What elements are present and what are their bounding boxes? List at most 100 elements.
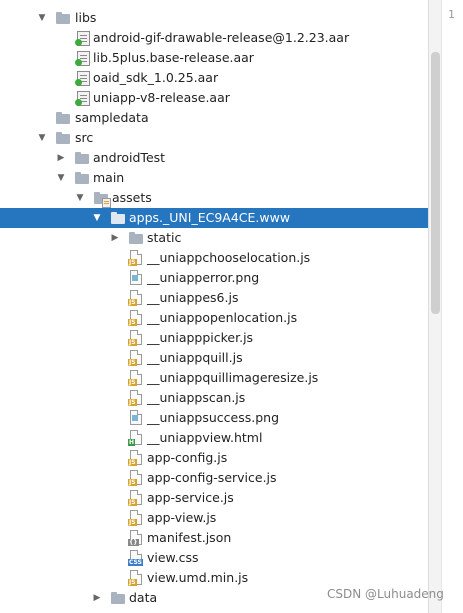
tree-label: __uniappes6.js [147, 290, 239, 305]
html-file-icon: H [128, 430, 144, 446]
tree-folder-static[interactable]: ▶ static [0, 228, 428, 248]
tree-file[interactable]: {} manifest.json [0, 528, 428, 548]
assets-folder-icon [93, 190, 111, 208]
library-icon [75, 50, 91, 66]
tree-label: view.umd.min.js [147, 570, 249, 585]
tree-folder-androidtest[interactable]: ▶ androidTest [0, 148, 428, 168]
tree-file[interactable]: JS app-config.js [0, 448, 428, 468]
tree-file[interactable]: JS __uniappopenlocation.js [0, 308, 428, 328]
tree-label: __uniappquillimageresize.js [147, 370, 319, 385]
tree-label: android-gif-drawable-release@1.2.23.aar [93, 30, 350, 45]
tree-folder-main[interactable]: ▼ main [0, 168, 428, 188]
tree-label: __uniapperror.png [147, 270, 260, 285]
tree-label: __uniappchooselocation.js [147, 250, 311, 265]
chevron-down-icon[interactable]: ▼ [36, 128, 48, 148]
tree-file-aar[interactable]: oaid_sdk_1.0.25.aar [0, 68, 428, 88]
tree-label: sampledata [75, 110, 149, 125]
tree-file-aar[interactable]: android-gif-drawable-release@1.2.23.aar [0, 28, 428, 48]
tree-label: manifest.json [147, 530, 232, 545]
tree-file[interactable]: JS app-view.js [0, 508, 428, 528]
tree-label: app-config.js [147, 450, 228, 465]
chevron-right-icon[interactable]: ▶ [91, 588, 103, 608]
css-file-icon: CSS [128, 550, 144, 566]
tree-file[interactable]: JS app-service.js [0, 488, 428, 508]
chevron-right-icon[interactable]: ▶ [109, 228, 121, 248]
line-number: 1 [448, 8, 455, 21]
editor-pane[interactable] [441, 0, 463, 613]
tree-file[interactable]: H __uniappview.html [0, 428, 428, 448]
js-file-icon: JS [128, 450, 144, 466]
tree-folder-sampledata[interactable]: sampledata [0, 108, 428, 128]
tree-label: androidTest [93, 150, 166, 165]
tree-file[interactable]: CSS view.css [0, 548, 428, 568]
tree-label: lib.5plus.base-release.aar [93, 50, 254, 65]
tree-label: __uniappopenlocation.js [147, 310, 298, 325]
tree-file[interactable]: JS app-config-service.js [0, 468, 428, 488]
folder-icon [55, 10, 71, 26]
tree-file[interactable]: JS __uniappquillimageresize.js [0, 368, 428, 388]
tree-file[interactable]: JS view.umd.min.js [0, 568, 428, 588]
tree-label: data [129, 590, 158, 605]
tree-folder-libs[interactable]: ▼ libs [0, 8, 428, 28]
tree-file[interactable]: JS __uniappquill.js [0, 348, 428, 368]
tree-file-aar[interactable]: uniapp-v8-release.aar [0, 88, 428, 108]
tree-label: app-service.js [147, 490, 234, 505]
chevron-right-icon[interactable]: ▶ [55, 148, 67, 168]
tree-folder-src[interactable]: ▼ src [0, 128, 428, 148]
json-file-icon: {} [128, 530, 144, 546]
library-icon [75, 70, 91, 86]
tree-label: __uniappsuccess.png [147, 410, 280, 425]
tree-label: app-view.js [147, 510, 217, 525]
js-file-icon: JS [128, 250, 144, 266]
chevron-down-icon[interactable]: ▼ [91, 208, 103, 228]
tree-file[interactable]: __uniappsuccess.png [0, 408, 428, 428]
folder-icon [110, 590, 126, 606]
folder-icon [110, 210, 126, 226]
js-file-icon: JS [128, 510, 144, 526]
tree-label: libs [75, 10, 97, 25]
chevron-down-icon[interactable]: ▼ [36, 8, 48, 28]
js-file-icon: JS [128, 390, 144, 406]
tree-label: view.css [147, 550, 199, 565]
tree-label: app-config-service.js [147, 470, 277, 485]
tree-label: oaid_sdk_1.0.25.aar [93, 70, 219, 85]
js-file-icon: JS [128, 310, 144, 326]
tree-label: __uniappscan.js [147, 390, 246, 405]
tree-file-aar[interactable]: lib.5plus.base-release.aar [0, 48, 428, 68]
tree-folder-selected[interactable]: ▼ apps._UNI_EC9A4CE.www [0, 208, 428, 228]
js-file-icon: JS [128, 290, 144, 306]
tree-label: src [75, 130, 94, 145]
watermark: CSDN @Luhuadeng [327, 587, 444, 601]
tree-folder-assets[interactable]: ▼ assets [0, 188, 428, 208]
scrollbar-thumb[interactable] [431, 52, 440, 314]
folder-icon [74, 150, 90, 166]
chevron-down-icon[interactable]: ▼ [74, 188, 86, 208]
tree-label: main [93, 170, 125, 185]
tree-label: assets [112, 190, 152, 205]
js-file-icon: JS [128, 490, 144, 506]
tree-file[interactable]: JS __uniappes6.js [0, 288, 428, 308]
tree-label: apps._UNI_EC9A4CE.www [129, 210, 291, 225]
tree-label: uniapp-v8-release.aar [93, 90, 230, 105]
folder-icon [55, 110, 71, 126]
tree-label: __uniappview.html [147, 430, 263, 445]
js-file-icon: JS [128, 350, 144, 366]
library-icon [75, 90, 91, 106]
tree-file[interactable]: JS __uniappscan.js [0, 388, 428, 408]
tree-file[interactable]: JS __uniappchooselocation.js [0, 248, 428, 268]
js-file-icon: JS [128, 330, 144, 346]
library-icon [75, 30, 91, 46]
clipped-top-row [0, 0, 428, 6]
folder-icon [128, 230, 144, 246]
project-tree: ▼ libs android-gif-drawable-release@1.2.… [0, 0, 428, 613]
tree-file[interactable]: __uniapperror.png [0, 268, 428, 288]
chevron-down-icon[interactable]: ▼ [55, 168, 67, 188]
tree-label: static [147, 230, 182, 245]
folder-icon [74, 170, 90, 186]
tree-label: __uniapppicker.js [147, 330, 254, 345]
image-file-icon [128, 270, 144, 286]
js-file-icon: JS [128, 470, 144, 486]
image-file-icon [128, 410, 144, 426]
js-file-icon: JS [128, 570, 144, 586]
tree-file[interactable]: JS __uniapppicker.js [0, 328, 428, 348]
